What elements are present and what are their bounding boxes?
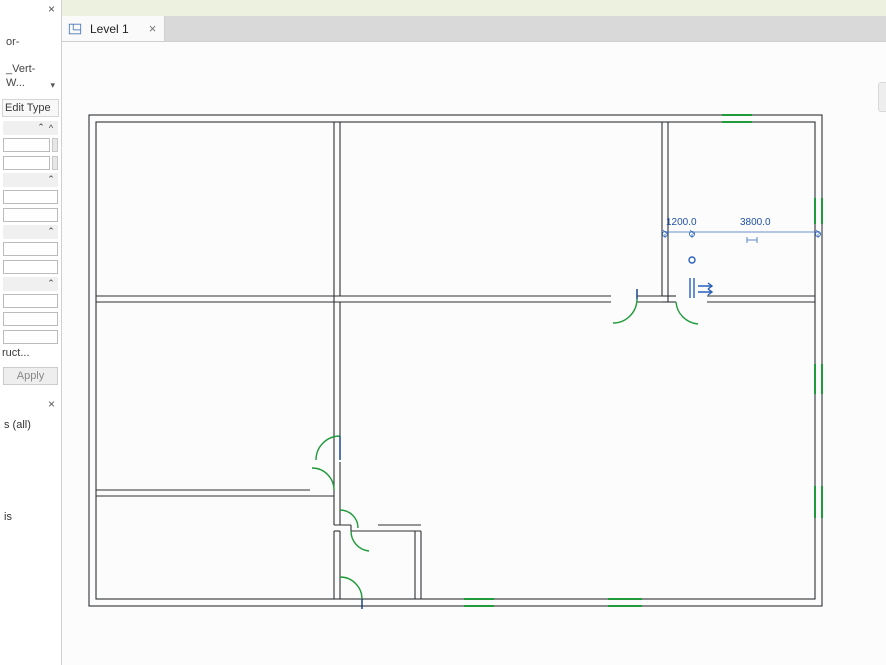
param-input[interactable] bbox=[3, 208, 58, 222]
param-input[interactable] bbox=[3, 330, 58, 344]
type-line1: or- bbox=[6, 36, 19, 48]
edit-type-label: Edit Type bbox=[5, 102, 56, 114]
param-row[interactable] bbox=[3, 329, 58, 345]
floor-plan: 1200.0 3800.0 bbox=[62, 42, 886, 665]
param-input[interactable] bbox=[3, 156, 50, 170]
param-row[interactable] bbox=[3, 189, 58, 205]
chevron-up-icon: ⌃ bbox=[46, 226, 56, 237]
chevron-up-icon: ⌃ bbox=[46, 174, 56, 185]
tab-close-icon[interactable]: × bbox=[137, 21, 157, 36]
properties-panel: × or- _Vert-W... ▾ Edit Type ⌃ ^ bbox=[0, 0, 62, 665]
param-input[interactable] bbox=[3, 190, 58, 204]
type-line2: _Vert-W... bbox=[6, 63, 35, 89]
param-row[interactable] bbox=[3, 259, 58, 275]
section-header[interactable]: ⌃ bbox=[3, 225, 58, 239]
chevron-up-icon: ⌃ bbox=[46, 278, 56, 289]
browser-line: is bbox=[4, 511, 57, 523]
document-area: Level 1 × bbox=[62, 0, 886, 665]
param-row[interactable] bbox=[3, 311, 58, 327]
dim-value-right[interactable]: 3800.0 bbox=[740, 217, 771, 228]
type-selector[interactable]: or- _Vert-W... ▾ bbox=[0, 18, 61, 93]
param-input[interactable] bbox=[3, 312, 58, 326]
param-input[interactable] bbox=[3, 138, 50, 152]
param-row[interactable] bbox=[3, 241, 58, 257]
param-input[interactable] bbox=[3, 242, 58, 256]
chevron-down-icon: ^ bbox=[46, 123, 56, 133]
param-row[interactable] bbox=[3, 293, 58, 309]
param-input[interactable] bbox=[3, 294, 58, 308]
close-icon[interactable]: × bbox=[45, 397, 58, 411]
close-icon[interactable]: × bbox=[45, 2, 58, 16]
param-row[interactable] bbox=[3, 137, 58, 153]
section-header[interactable]: ⌃ bbox=[3, 277, 58, 291]
drawing-canvas[interactable]: 1200.0 3800.0 bbox=[62, 42, 886, 665]
ribbon-strip bbox=[62, 0, 886, 16]
param-input[interactable] bbox=[3, 260, 58, 274]
spinner[interactable] bbox=[52, 156, 58, 170]
parameter-list: ⌃ ^ ⌃ ⌃ bbox=[0, 119, 61, 345]
view-tab-level1[interactable]: Level 1 × bbox=[62, 16, 165, 41]
chevron-up-icon: ⌃ bbox=[36, 122, 46, 133]
edit-type-button[interactable]: Edit Type bbox=[2, 99, 59, 117]
chevron-down-icon: ▾ bbox=[50, 80, 55, 91]
temp-dimensions: 1200.0 3800.0 bbox=[663, 217, 821, 243]
selected-door bbox=[689, 257, 712, 298]
floorplan-icon bbox=[68, 22, 82, 36]
dim-value-left[interactable]: 1200.0 bbox=[666, 217, 697, 228]
view-tabbar: Level 1 × bbox=[62, 16, 886, 42]
param-row[interactable] bbox=[3, 155, 58, 171]
section-header[interactable]: ⌃ ^ bbox=[3, 121, 58, 135]
spinner[interactable] bbox=[52, 138, 58, 152]
project-browser[interactable]: s (all) is bbox=[0, 413, 61, 529]
param-row[interactable] bbox=[3, 207, 58, 223]
last-param-label: ruct... bbox=[0, 345, 61, 361]
browser-line: s (all) bbox=[4, 419, 57, 431]
section-header[interactable]: ⌃ bbox=[3, 173, 58, 187]
view-tab-label: Level 1 bbox=[90, 22, 129, 36]
apply-button[interactable]: Apply bbox=[3, 367, 58, 385]
